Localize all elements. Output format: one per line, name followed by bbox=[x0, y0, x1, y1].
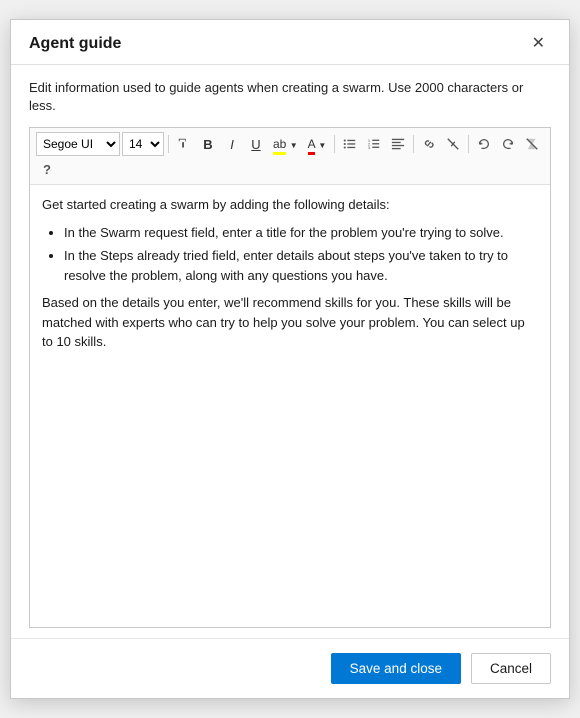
font-family-select[interactable]: Segoe UI Arial Times New Roman Calibri bbox=[36, 132, 120, 156]
bullet-list-icon bbox=[343, 137, 357, 151]
editor-content[interactable]: Get started creating a swarm by adding t… bbox=[30, 185, 550, 627]
unlink-button[interactable] bbox=[442, 133, 464, 155]
dialog-body: Edit information used to guide agents wh… bbox=[11, 65, 569, 638]
italic-button[interactable]: I bbox=[221, 133, 243, 155]
format-painter-button[interactable] bbox=[173, 133, 195, 155]
toolbar-sep-3 bbox=[413, 135, 414, 153]
bullet-2: In the Steps already tried field, enter … bbox=[64, 246, 538, 285]
help-button[interactable]: ? bbox=[36, 158, 58, 180]
highlight-button[interactable]: ab ▼ bbox=[269, 133, 302, 155]
close-button[interactable]: ✕ bbox=[526, 34, 551, 54]
dialog-header: Agent guide ✕ bbox=[11, 20, 569, 65]
align-icon bbox=[391, 137, 405, 151]
description-text: Edit information used to guide agents wh… bbox=[29, 79, 551, 115]
editor-toolbar: Segoe UI Arial Times New Roman Calibri 8… bbox=[30, 128, 550, 185]
clear-format-button[interactable] bbox=[521, 133, 543, 155]
bold-button[interactable]: B bbox=[197, 133, 219, 155]
editor-intro: Get started creating a swarm by adding t… bbox=[42, 195, 538, 215]
link-icon bbox=[422, 137, 436, 151]
font-color-button[interactable]: A ▼ bbox=[304, 133, 331, 155]
undo-button[interactable] bbox=[473, 133, 495, 155]
numbered-list-icon: 1. 2. 3. bbox=[367, 137, 381, 151]
clear-format-icon bbox=[525, 137, 539, 151]
editor-paragraph: Based on the details you enter, we'll re… bbox=[42, 293, 538, 352]
align-button[interactable] bbox=[387, 133, 409, 155]
font-size-select[interactable]: 891011 12141618 2024 bbox=[122, 132, 164, 156]
bullet-1: In the Swarm request field, enter a titl… bbox=[64, 223, 538, 243]
cancel-button[interactable]: Cancel bbox=[471, 653, 551, 684]
dialog-title: Agent guide bbox=[29, 35, 121, 53]
format-painter-icon bbox=[177, 137, 191, 151]
dialog-footer: Save and close Cancel bbox=[11, 638, 569, 698]
agent-guide-dialog: Agent guide ✕ Edit information used to g… bbox=[10, 19, 570, 699]
editor-bullets: In the Swarm request field, enter a titl… bbox=[64, 223, 538, 286]
link-button[interactable] bbox=[418, 133, 440, 155]
bullet-list-button[interactable] bbox=[339, 133, 361, 155]
redo-icon bbox=[501, 137, 515, 151]
redo-button[interactable] bbox=[497, 133, 519, 155]
save-and-close-button[interactable]: Save and close bbox=[331, 653, 461, 684]
toolbar-sep-4 bbox=[468, 135, 469, 153]
undo-icon bbox=[477, 137, 491, 151]
editor-container: Segoe UI Arial Times New Roman Calibri 8… bbox=[29, 127, 551, 628]
svg-text:3.: 3. bbox=[368, 145, 371, 150]
numbered-list-button[interactable]: 1. 2. 3. bbox=[363, 133, 385, 155]
toolbar-sep-2 bbox=[334, 135, 335, 153]
underline-button[interactable]: U bbox=[245, 133, 267, 155]
toolbar-sep-1 bbox=[168, 135, 169, 153]
unlink-icon bbox=[446, 137, 460, 151]
